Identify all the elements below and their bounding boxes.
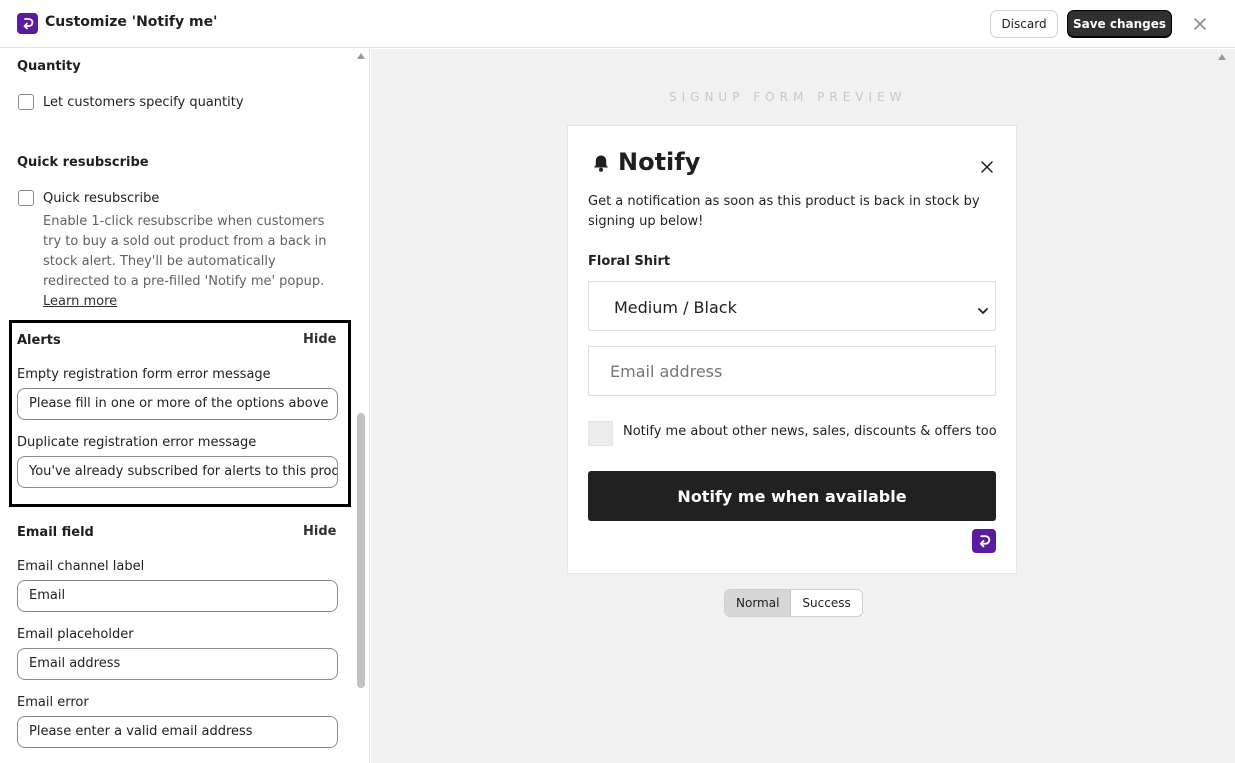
scroll-up-arrow-icon[interactable]	[357, 53, 365, 59]
bell-icon	[592, 154, 610, 177]
quick-resubscribe-help-text: Enable 1-click resubscribe when customer…	[43, 214, 327, 289]
duplicate-error-input[interactable]: You've already subscribed for alerts to …	[17, 456, 338, 488]
quick-resubscribe-section-title: Quick resubscribe	[17, 155, 149, 170]
quick-resubscribe-checkbox-label[interactable]: Quick resubscribe	[43, 191, 159, 206]
email-error-input[interactable]: Please enter a valid email address	[17, 716, 338, 748]
form-email-placeholder: Email address	[610, 362, 723, 381]
variant-select-value: Medium / Black	[614, 298, 737, 317]
settings-scrollbar[interactable]	[354, 49, 368, 763]
save-changes-button[interactable]: Save changes	[1067, 10, 1172, 38]
email-field-section-title: Email field	[17, 525, 94, 540]
quantity-checkbox[interactable]	[18, 94, 34, 110]
brand-badge-icon	[972, 529, 996, 553]
preview-state-toggle: Normal Success	[724, 589, 863, 617]
close-icon[interactable]	[1190, 14, 1210, 34]
notify-me-button[interactable]: Notify me when available	[588, 471, 996, 521]
form-email-input[interactable]: Email address	[588, 346, 996, 396]
preview-label: SIGNUP FORM PREVIEW	[669, 90, 907, 104]
email-channel-input[interactable]: Email	[17, 580, 338, 612]
scrollbar-thumb[interactable]	[357, 413, 365, 688]
discard-button[interactable]: Discard	[990, 10, 1058, 38]
email-channel-label: Email channel label	[17, 559, 145, 574]
preview-area: SIGNUP FORM PREVIEW Notify Get a notific…	[371, 49, 1235, 763]
variant-select[interactable]: Medium / Black	[588, 281, 996, 331]
page-title: Customize 'Notify me'	[45, 14, 218, 30]
empty-error-label: Empty registration form error message	[17, 367, 271, 382]
empty-error-input[interactable]: Please fill in one or more of the option…	[17, 388, 338, 420]
email-field-hide-button[interactable]: Hide	[303, 524, 336, 539]
chevron-down-icon	[978, 301, 988, 320]
settings-panel: Quantity Let customers specify quantity …	[0, 49, 370, 763]
preview-scroll-up-arrow-icon[interactable]	[1218, 54, 1226, 60]
top-bar: Customize 'Notify me' Discard Save chang…	[0, 0, 1235, 48]
alerts-hide-button[interactable]: Hide	[303, 332, 336, 347]
quantity-checkbox-label[interactable]: Let customers specify quantity	[43, 95, 244, 110]
signup-form-card: Notify Get a notification as soon as thi…	[567, 125, 1017, 574]
marketing-checkbox[interactable]	[588, 421, 613, 446]
alerts-section-title: Alerts	[17, 333, 61, 348]
quick-resubscribe-checkbox[interactable]	[18, 190, 34, 206]
quick-resubscribe-help: Enable 1-click resubscribe when customer…	[43, 212, 343, 312]
learn-more-link[interactable]: Learn more	[43, 294, 117, 309]
product-name: Floral Shirt	[588, 254, 671, 269]
state-success-button[interactable]: Success	[791, 590, 861, 616]
form-close-icon[interactable]	[980, 159, 994, 178]
email-error-label: Email error	[17, 695, 89, 710]
form-description: Get a notification as soon as this produ…	[588, 194, 980, 229]
form-title: Notify	[618, 148, 701, 176]
email-placeholder-input[interactable]: Email address	[17, 648, 338, 680]
duplicate-error-label: Duplicate registration error message	[17, 435, 257, 450]
quantity-section-title: Quantity	[17, 59, 81, 74]
state-normal-button[interactable]: Normal	[725, 590, 792, 616]
email-placeholder-label: Email placeholder	[17, 627, 134, 642]
app-logo-icon	[17, 13, 38, 34]
marketing-checkbox-label[interactable]: Notify me about other news, sales, disco…	[623, 424, 997, 439]
